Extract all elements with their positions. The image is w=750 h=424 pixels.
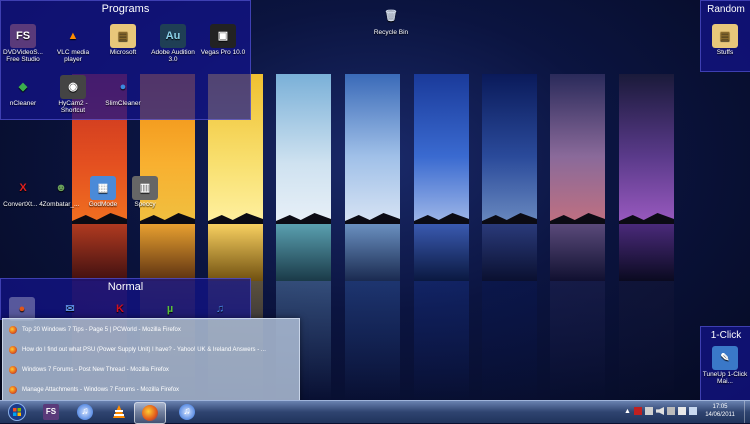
desktop-icon-label: VLC media player [56, 49, 90, 63]
desktop-icon-label: Microsoft [109, 49, 137, 56]
recycle-bin-glyph: 🗑 [384, 9, 398, 22]
desktop-icon-label: GodMode [88, 201, 118, 208]
tray-app-icon[interactable] [667, 407, 675, 415]
wallpaper-strip [276, 74, 331, 281]
godmode-glyph: ▦ [90, 176, 116, 200]
wallpaper-strip [619, 74, 674, 281]
wallpaper-reflection [482, 281, 537, 400]
taskbar-vlc-button[interactable] [104, 402, 134, 422]
vegas-icon[interactable]: ▣ Vegas Pro 10.0 [200, 24, 246, 56]
desktop-icon-label: Recycle Bin [373, 29, 409, 36]
jumplist-item-label: Manage Attachments - Windows 7 Forums - … [22, 387, 180, 393]
ncleaner-icon[interactable]: ◆ nCleaner [0, 75, 46, 107]
wallpaper-reflection [550, 281, 605, 400]
godmode-icon[interactable]: ▦ GodMode [80, 176, 126, 208]
wallpaper-reflection [619, 281, 674, 400]
audition-glyph: Au [160, 24, 186, 48]
speccy-icon[interactable]: ▥ Speccy [122, 176, 168, 208]
zombatar-glyph: ☻ [55, 181, 67, 194]
taskbar: FS ♫ ♫ ▲ 17:05 14/06/2011 [0, 400, 750, 424]
taskbar-itunes-button[interactable]: ♫ [172, 402, 202, 422]
firefox-icon [142, 405, 158, 421]
network-icon[interactable] [689, 407, 697, 415]
jumplist-item-label: Windows 7 Forums - Post New Thread - Moz… [22, 367, 169, 373]
tray-expand-icon[interactable]: ▲ [624, 408, 632, 416]
hycam-icon[interactable]: ◉ HyCam2 - Shortcut [50, 75, 96, 114]
desktop-icon-label: DVDVideoS... Free Studio [3, 49, 43, 63]
clock-date: 14/06/2011 [705, 412, 735, 418]
volume-icon[interactable] [656, 407, 664, 415]
desktop-icon-label: SlimCleaner [105, 100, 141, 107]
desktop-icon-label: Adobe Audition 3.0 [151, 49, 195, 63]
folder-glyph: ▤ [712, 24, 738, 48]
desktop-icon-label: TuneUp 1-Click Mai... [702, 371, 748, 385]
firefox-jumplist: Top 20 Windows 7 Tips - Page 5 | PCWorld… [2, 318, 300, 400]
start-button[interactable] [2, 402, 32, 422]
itunes-icon: ♫ [179, 404, 195, 420]
show-desktop-button[interactable] [744, 401, 750, 423]
dvdvideosoft-icon[interactable]: FS DVDVideoS... Free Studio [0, 24, 46, 63]
speccy-glyph: ▥ [132, 176, 158, 200]
random-fence-title: Random [707, 4, 745, 15]
jumplist-item[interactable]: How do I find out what PSU (Power Supply… [9, 341, 293, 359]
zombatar-icon[interactable]: ☻ Zombatar_... [38, 176, 84, 208]
wallpaper-strip [550, 74, 605, 281]
start-orb-icon [8, 403, 26, 421]
vlc-glyph: ▲ [67, 29, 79, 42]
jumplist-item[interactable]: Manage Attachments - Windows 7 Forums - … [9, 381, 293, 399]
firefox-icon [9, 366, 17, 374]
wallpaper-reflection [345, 281, 400, 400]
vlc-icon[interactable]: ▲ VLC media player [50, 24, 96, 63]
slimcleaner-glyph: ● [119, 80, 127, 93]
vegas-glyph: ▣ [210, 24, 236, 48]
desktop-icon-label: Vegas Pro 10.0 [200, 49, 246, 56]
wallpaper-reflection [414, 281, 469, 400]
clock-time: 17:05 [712, 404, 728, 410]
desktop-icon-label: HyCam2 - Shortcut [58, 100, 88, 114]
jumplist-item[interactable]: Windows 7 Forums - Post New Thread - Moz… [9, 361, 293, 379]
itunes-icon: ♫ [77, 404, 93, 420]
action-center-flag-icon[interactable] [678, 407, 686, 415]
oneclick-fence-title: 1-Click [710, 330, 742, 341]
convertx-glyph: X [19, 181, 27, 194]
taskbar-dvdvideosoft-button[interactable]: FS [36, 402, 66, 422]
recycle-bin-icon[interactable]: 🗑 Recycle Bin [368, 4, 414, 36]
audition-icon[interactable]: Au Adobe Audition 3.0 [150, 24, 196, 63]
hycam-glyph: ◉ [60, 75, 86, 99]
normal-fence-title: Normal [107, 281, 144, 293]
wallpaper-strip [414, 74, 469, 281]
tuneup-icon[interactable]: ✎ TuneUp 1-Click Mai... [702, 346, 748, 385]
tray-app-icon[interactable] [645, 407, 653, 415]
dvdvideosoft-icon: FS [43, 404, 59, 420]
jumplist-item-label: How do I find out what PSU (Power Supply… [22, 347, 266, 353]
folder-icon[interactable]: ▤ Microsoft [100, 24, 146, 56]
taskbar-itunes-button[interactable]: ♫ [70, 402, 100, 422]
taskbar-firefox-button[interactable] [134, 402, 166, 424]
folder-glyph: ▤ [110, 24, 136, 48]
firefox-icon [9, 346, 17, 354]
desktop-icon-label: Zombatar_... [42, 201, 80, 208]
desktop: Programs FS DVDVideoS... Free Studio ▲ V… [0, 0, 750, 400]
dvdvideosoft-glyph: FS [10, 24, 36, 48]
system-clock[interactable]: 17:05 14/06/2011 [698, 403, 742, 419]
slimcleaner-icon[interactable]: ● SlimCleaner [100, 75, 146, 107]
desktop-icon-label: nCleaner [9, 100, 37, 107]
folder-icon[interactable]: ▤ Stuffs [702, 24, 748, 56]
jumplist-item[interactable]: Top 20 Windows 7 Tips - Page 5 | PCWorld… [9, 321, 293, 339]
desktop-icon-label: Stuffs [716, 49, 734, 56]
firefox-icon [9, 326, 17, 334]
ncleaner-glyph: ◆ [18, 80, 28, 93]
vlc-icon [113, 405, 125, 418]
firefox-icon [9, 386, 17, 394]
wallpaper-strip [482, 74, 537, 281]
tuneup-glyph: ✎ [712, 346, 738, 370]
desktop-icon-label: Speccy [134, 201, 156, 208]
programs-fence-title: Programs [101, 3, 150, 15]
wallpaper-strip [345, 74, 400, 281]
jumplist-item-label: Top 20 Windows 7 Tips - Page 5 | PCWorld… [22, 327, 181, 333]
tray-app-icon[interactable] [634, 407, 642, 415]
